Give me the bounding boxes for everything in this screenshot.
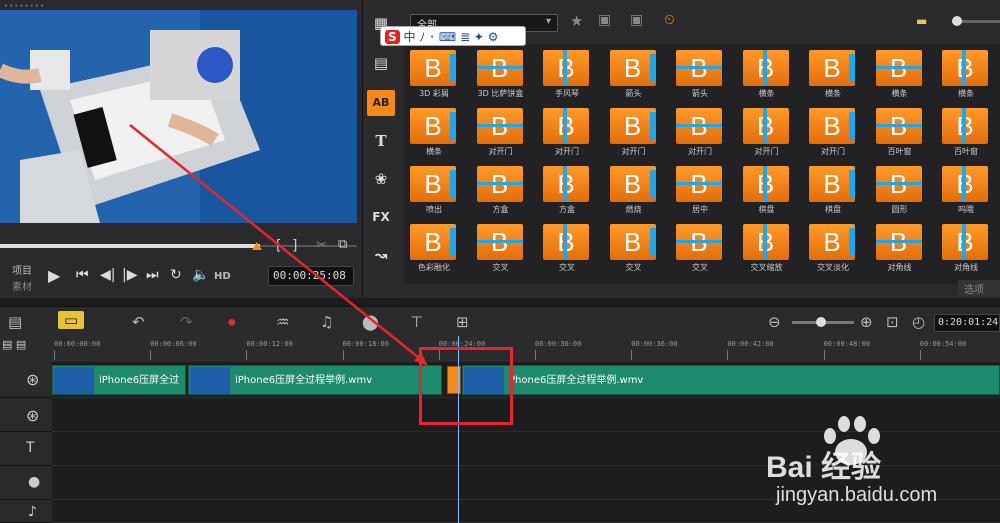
annotation-highlight-box: [419, 347, 513, 425]
baidu-watermark: Bai 经验 jingyan.baidu.com: [752, 412, 1000, 523]
watermark-brand: Bai 经验: [766, 451, 882, 484]
watermark-url: jingyan.baidu.com: [776, 484, 938, 506]
